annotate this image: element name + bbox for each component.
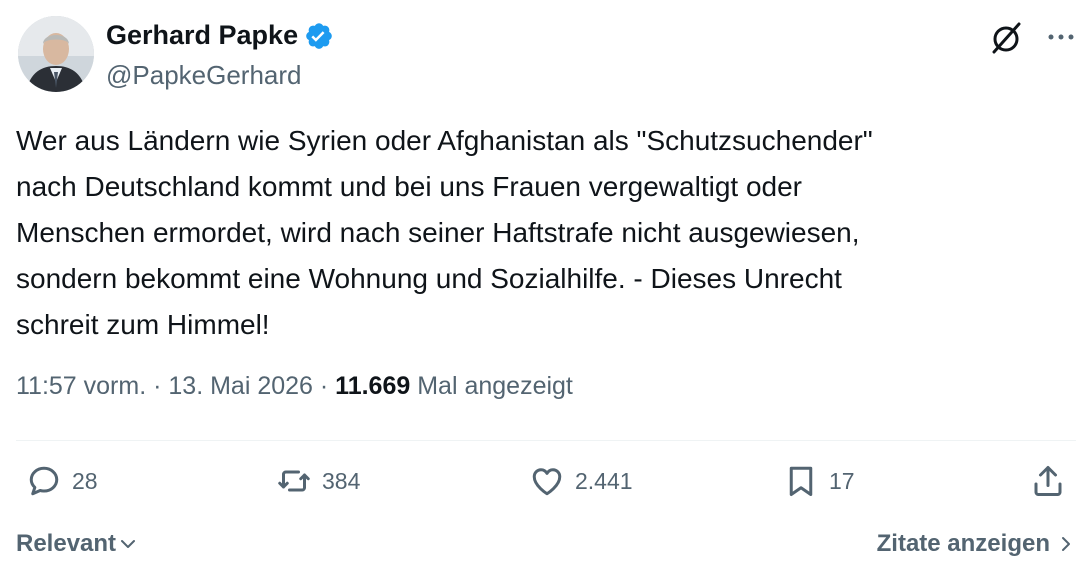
tweet-header: Gerhard Papke @PapkeGerhard [16, 16, 1076, 94]
sort-label: Relevant [16, 530, 117, 557]
tweet-date[interactable]: 13. Mai 2026 [168, 372, 313, 400]
action-bar: 28 384 2.441 17 [16, 463, 1076, 513]
chevron-down-icon [121, 540, 136, 548]
meta-separator: · [319, 372, 329, 400]
bookmark-button[interactable]: 17 [783, 463, 855, 499]
author-name[interactable]: Gerhard Papke [106, 20, 298, 51]
retweet-count: 384 [322, 467, 361, 494]
bookmark-count: 17 [829, 467, 855, 494]
retweet-button[interactable]: 384 [276, 463, 360, 499]
like-button[interactable]: 2.441 [529, 463, 633, 499]
tweet-text: Wer aus Ländern wie Syrien oder Afghanis… [16, 125, 873, 340]
bookmark-icon [789, 466, 813, 496]
share-button[interactable] [1030, 463, 1066, 499]
like-count: 2.441 [575, 467, 633, 494]
views-label: Mal angezeigt [417, 372, 573, 400]
more-icon[interactable] [1046, 22, 1076, 52]
heart-icon [532, 468, 562, 496]
views-count: 11.669 [335, 372, 411, 400]
verified-badge-icon[interactable] [304, 21, 334, 51]
grok-icon[interactable] [988, 20, 1024, 56]
reply-count: 28 [72, 467, 98, 494]
divider [16, 440, 1076, 441]
view-quotes-link[interactable]: Zitate anzeigen [877, 530, 1076, 558]
avatar[interactable] [18, 16, 94, 92]
reply-button[interactable]: 28 [26, 463, 98, 499]
tweet-time[interactable]: 11:57 vorm. [16, 372, 146, 400]
tweet-meta: 11:57 vorm. · 13. Mai 2026 · 11.669 Mal … [16, 372, 573, 401]
sort-replies-dropdown[interactable]: Relevant [16, 530, 138, 558]
share-icon [1034, 466, 1062, 496]
author-handle[interactable]: @PapkeGerhard [106, 60, 302, 91]
reply-icon [29, 466, 59, 496]
meta-separator: · [153, 372, 162, 400]
retweet-icon [278, 470, 310, 492]
chevron-right-icon [1062, 537, 1070, 551]
quotes-label: Zitate anzeigen [876, 530, 1050, 557]
